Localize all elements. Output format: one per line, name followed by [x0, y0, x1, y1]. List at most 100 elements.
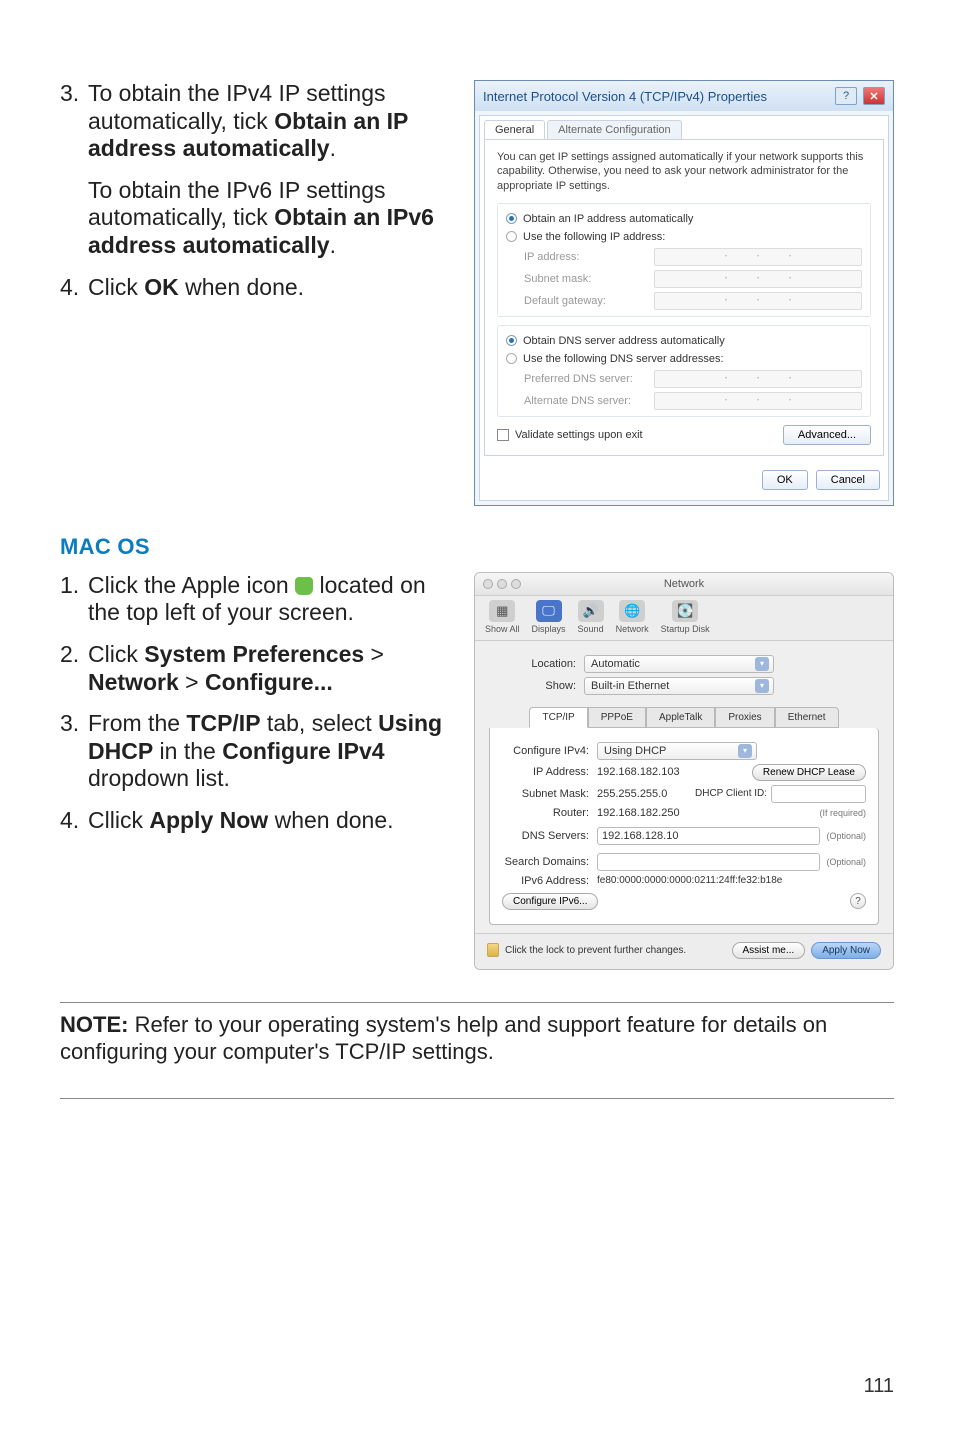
renew-dhcp-lease-button[interactable]: Renew DHCP Lease: [752, 764, 866, 781]
network-icon: 🌐: [619, 600, 645, 622]
label-show: Show:: [489, 680, 584, 692]
dialog-description: You can get IP settings assigned automat…: [497, 150, 871, 193]
location-select[interactable]: Automatic ▾: [584, 655, 774, 673]
step-subtext: To obtain the IPv6 IP settings automatic…: [88, 177, 456, 260]
advanced-button[interactable]: Advanced...: [783, 425, 871, 445]
radio-obtain-ip-auto[interactable]: Obtain an IP address automatically: [506, 210, 862, 228]
text: Click: [88, 641, 144, 667]
dns-servers-input[interactable]: 192.168.128.10: [597, 827, 820, 845]
label-location: Location:: [489, 658, 584, 670]
caret-icon: ▾: [755, 657, 769, 671]
select-value: Automatic: [591, 658, 640, 670]
mac-network-dialog: Network ▦ Show All 🖵Displays 🔊Sound 🌐Netw…: [474, 572, 894, 970]
configure-ipv4-select[interactable]: Using DHCP▾: [597, 742, 757, 760]
text-bold: Configure IPv4: [222, 738, 384, 764]
step-number: 4.: [60, 274, 88, 302]
note-text: Refer to your operating system's help an…: [60, 1012, 827, 1065]
toolbar-displays[interactable]: 🖵Displays: [532, 600, 566, 634]
text-bold: OK: [144, 274, 179, 300]
window-title: Network: [475, 578, 893, 590]
dhcp-client-id-input[interactable]: [771, 785, 866, 803]
radio-dot-icon: [506, 231, 517, 242]
default-gateway-input: •••: [654, 292, 862, 310]
radio-dot-icon: [506, 213, 517, 224]
subnet-mask-input: •••: [654, 270, 862, 288]
text: >: [364, 641, 384, 667]
mac-toolbar: ▦ Show All 🖵Displays 🔊Sound 🌐Network 💽Sta…: [475, 596, 893, 641]
help-button[interactable]: ?: [835, 87, 857, 105]
text: .: [330, 232, 336, 258]
toolbar-sound[interactable]: 🔊Sound: [578, 600, 604, 634]
radio-obtain-dns-auto[interactable]: Obtain DNS server address automatically: [506, 332, 862, 350]
note-block: NOTE: Refer to your operating system's h…: [60, 1011, 894, 1066]
label-ipv6-address: IPv6 Address:: [502, 875, 597, 887]
radio-label: Obtain an IP address automatically: [523, 213, 693, 225]
help-button[interactable]: ?: [850, 893, 866, 909]
value-ip-address: 192.168.182.103: [597, 766, 752, 778]
preferred-dns-input: •••: [654, 370, 862, 388]
step-text: Click System Preferences > Network > Con…: [88, 641, 456, 696]
tab-pppoe[interactable]: PPPoE: [588, 707, 646, 728]
radio-dot-icon: [506, 335, 517, 346]
checkbox-validate-on-exit[interactable]: [497, 429, 509, 441]
divider: [60, 1002, 894, 1003]
lock-text: Click the lock to prevent further change…: [505, 945, 686, 956]
dialog-title: Internet Protocol Version 4 (TCP/IPv4) P…: [483, 89, 829, 104]
radio-label: Use the following IP address:: [523, 231, 665, 243]
toolbar-show-all[interactable]: ▦ Show All: [485, 600, 520, 634]
search-domains-input[interactable]: [597, 853, 820, 871]
tab-ethernet[interactable]: Ethernet: [775, 707, 839, 728]
ok-button[interactable]: OK: [762, 470, 808, 490]
close-button[interactable]: ✕: [863, 87, 885, 105]
ipv4-properties-dialog: Internet Protocol Version 4 (TCP/IPv4) P…: [474, 80, 894, 506]
tab-appletalk[interactable]: AppleTalk: [646, 707, 715, 728]
grid-icon: ▦: [489, 600, 515, 622]
text: in the: [153, 738, 222, 764]
toolbar-network[interactable]: 🌐Network: [616, 600, 649, 634]
value-subnet-mask: 255.255.255.0: [597, 788, 687, 800]
label-dhcp-client-id: DHCP Client ID:: [695, 788, 767, 799]
tab-proxies[interactable]: Proxies: [715, 707, 774, 728]
step-text: Click the Apple icon located on the top …: [88, 572, 456, 627]
text: Click: [88, 274, 144, 300]
note-optional: (Optional): [826, 857, 866, 867]
step-text: From the TCP/IP tab, select Using DHCP i…: [88, 710, 456, 793]
toolbar-label: Displays: [532, 624, 566, 634]
radio-label: Obtain DNS server address automatically: [523, 335, 725, 347]
toolbar-label: Sound: [578, 624, 604, 634]
assist-me-button[interactable]: Assist me...: [732, 942, 806, 959]
cancel-button[interactable]: Cancel: [816, 470, 880, 490]
lock-icon[interactable]: [487, 943, 499, 957]
toolbar-label: Show All: [485, 624, 520, 634]
label-ip-address: IP address:: [524, 251, 654, 263]
configure-ipv6-button[interactable]: Configure IPv6...: [502, 893, 598, 910]
text-bold: Network: [88, 669, 179, 695]
note-label: NOTE:: [60, 1012, 128, 1037]
tab-tcpip[interactable]: TCP/IP: [529, 707, 587, 728]
disk-icon: 💽: [672, 600, 698, 622]
text: Click the Apple icon: [88, 572, 295, 598]
label-search-domains: Search Domains:: [502, 856, 597, 868]
mac-titlebar: Network: [475, 573, 893, 596]
step-text: Cllick Apply Now when done.: [88, 807, 456, 835]
label-default-gateway: Default gateway:: [524, 295, 654, 307]
note-optional: (Optional): [826, 831, 866, 841]
divider: [60, 1098, 894, 1099]
tab-alternate-config[interactable]: Alternate Configuration: [547, 120, 682, 139]
show-select[interactable]: Built-in Ethernet▾: [584, 677, 774, 695]
text: From the: [88, 710, 186, 736]
text-bold: System Preferences: [144, 641, 364, 667]
step-number: 3.: [60, 710, 88, 793]
toolbar-startup-disk[interactable]: 💽Startup Disk: [661, 600, 710, 634]
radio-use-following-ip[interactable]: Use the following IP address:: [506, 228, 862, 246]
value-router: 192.168.182.250: [597, 807, 819, 819]
radio-use-following-dns[interactable]: Use the following DNS server addresses:: [506, 350, 862, 368]
radio-dot-icon: [506, 353, 517, 364]
step-text: To obtain the IPv4 IP settings automatic…: [88, 80, 456, 163]
tab-general[interactable]: General: [484, 120, 545, 139]
radio-label: Use the following DNS server addresses:: [523, 353, 724, 365]
value-ipv6-address: fe80:0000:0000:0000:0211:24ff:fe32:b18e: [597, 875, 866, 886]
apply-now-button[interactable]: Apply Now: [811, 942, 881, 959]
select-value: Using DHCP: [604, 745, 666, 757]
text-bold: TCP/IP: [186, 710, 260, 736]
